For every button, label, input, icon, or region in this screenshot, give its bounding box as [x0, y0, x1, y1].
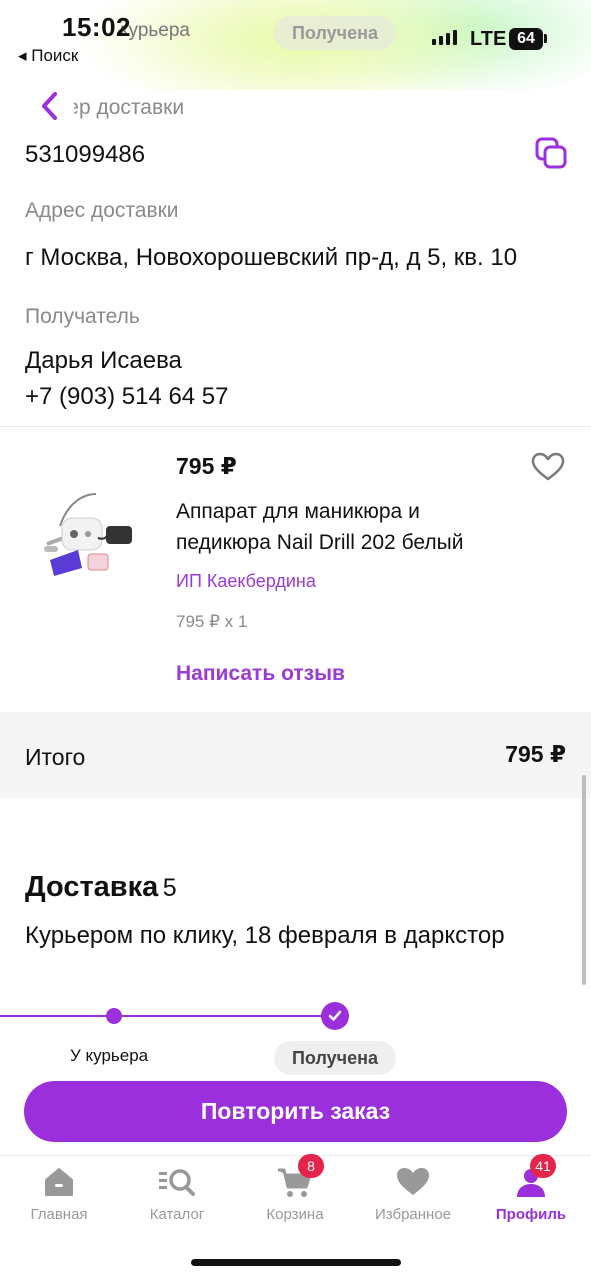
write-review-link[interactable]: Написать отзыв	[176, 662, 345, 686]
product-quantity: 795 ₽ x 1	[176, 612, 248, 631]
tab-favorites-label: Избранное	[374, 1206, 452, 1223]
catalog-icon	[157, 1160, 197, 1204]
battery-icon: 64	[509, 28, 543, 50]
delivery-count: 5	[162, 874, 177, 902]
tab-catalog[interactable]: Каталог	[118, 1160, 236, 1223]
tab-home-label: Главная	[30, 1206, 88, 1223]
profile-badge: 41	[530, 1154, 556, 1178]
step-label-courier: У курьера	[70, 1046, 149, 1065]
home-indicator	[191, 1259, 401, 1266]
recipient-phone: +7 (903) 514 64 57	[25, 383, 229, 410]
home-icon	[42, 1160, 76, 1204]
step-dot-received	[321, 1002, 349, 1030]
delivery-method: Курьером по клику, 18 февраля в даркстор	[25, 922, 505, 949]
delivery-number-label: Номер доставки	[26, 96, 185, 119]
recipient-label: Получатель	[25, 305, 140, 328]
total-value: 795 ₽	[505, 741, 566, 767]
signal-icon	[432, 30, 457, 45]
product-name-line2: педикюра Nail Drill 202 белый	[176, 531, 464, 554]
step-dot-courier	[106, 1008, 122, 1024]
divider	[0, 426, 591, 427]
recipient-name: Дарья Исаева	[25, 347, 182, 374]
status-time: 15:02	[62, 12, 131, 42]
progress-line	[0, 1015, 335, 1017]
repeat-order-button[interactable]: Повторить заказ	[24, 1081, 567, 1142]
network-type: LTE	[470, 28, 507, 50]
address-label: Адрес доставки	[25, 199, 179, 222]
back-button[interactable]	[30, 84, 70, 128]
total-section	[0, 712, 591, 798]
product-price: 795 ₽	[176, 453, 237, 479]
chevron-left-icon	[42, 92, 57, 120]
profile-icon: 41	[514, 1154, 556, 1204]
total-label: Итого	[25, 744, 86, 770]
checkmark-icon	[328, 1010, 342, 1021]
product-name[interactable]: Аппарат для маникюра и педикюра Nail Dri…	[176, 496, 463, 558]
tab-favorites[interactable]: Избранное	[354, 1160, 472, 1223]
delivery-heading-text: Доставка	[25, 871, 159, 903]
address-value: г Москва, Новохорошевский пр-д, д 5, кв.…	[25, 244, 518, 271]
step-label-received: Получена	[274, 1041, 396, 1075]
cart-badge: 8	[298, 1154, 324, 1178]
seller-link[interactable]: ИП Каекбердина	[176, 571, 316, 592]
tab-cart-label: Корзина	[266, 1206, 324, 1223]
tab-profile[interactable]: 41 Профиль	[472, 1154, 590, 1223]
cart-icon: 8	[276, 1154, 324, 1204]
tab-catalog-label: Каталог	[149, 1206, 205, 1223]
delivery-heading: Доставка 5	[25, 871, 177, 904]
copy-icon	[535, 137, 567, 169]
copy-button[interactable]	[534, 136, 568, 175]
battery-tip	[544, 34, 547, 43]
product-name-line1: Аппарат для маникюра и	[176, 500, 420, 523]
back-to-app-link[interactable]: ◂ Поиск	[18, 46, 78, 66]
product-image[interactable]	[38, 488, 148, 588]
scroll-indicator	[582, 775, 586, 985]
ghost-received-chip: Получена	[274, 16, 396, 50]
heart-outline-icon	[531, 452, 565, 481]
favorite-button[interactable]	[531, 452, 565, 487]
heart-icon	[395, 1160, 431, 1204]
delivery-number-value: 531099486	[25, 141, 146, 168]
tab-home[interactable]: Главная	[0, 1160, 118, 1223]
tab-profile-label: Профиль	[495, 1206, 567, 1223]
nail-drill-image	[44, 493, 132, 576]
tab-cart[interactable]: 8 Корзина	[236, 1154, 354, 1223]
